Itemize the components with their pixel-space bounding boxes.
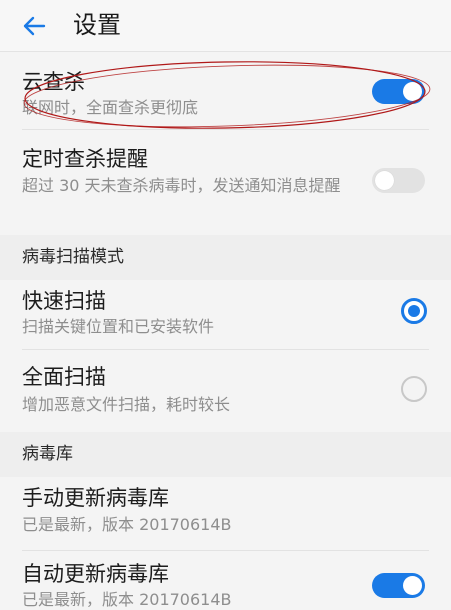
cloud-scan-subtitle: 联网时，全面查杀更彻底 <box>22 98 199 117</box>
toggle-knob <box>403 576 422 595</box>
quick-scan-row[interactable]: 快速扫描 扫描关键位置和已安装软件 <box>0 280 451 350</box>
full-scan-title: 全面扫描 <box>22 365 106 389</box>
scheduled-scan-reminder-toggle[interactable] <box>372 168 425 193</box>
scheduled-scan-reminder-subtitle: 超过 30 天未查杀病毒时，发送通知消息提醒 <box>22 176 341 195</box>
toggle-knob <box>375 171 394 190</box>
toggle-knob <box>403 82 422 101</box>
full-scan-subtitle: 增加恶意文件扫描，耗时较长 <box>22 395 231 414</box>
scan-mode-section-header: 病毒扫描模式 <box>0 235 451 280</box>
manual-update-row[interactable]: 手动更新病毒库 已是最新，版本 20170614B <box>0 477 451 551</box>
cloud-scan-title: 云查杀 <box>22 70 85 94</box>
full-scan-radio[interactable] <box>401 376 427 402</box>
full-scan-row[interactable]: 全面扫描 增加恶意文件扫描，耗时较长 <box>0 350 451 430</box>
scan-mode-section-label: 病毒扫描模式 <box>22 247 124 267</box>
quick-scan-radio[interactable] <box>401 298 427 324</box>
auto-update-row[interactable]: 自动更新病毒库 已是最新，版本 20170614B <box>0 551 451 610</box>
scheduled-scan-reminder-title: 定时查杀提醒 <box>22 147 148 171</box>
manual-update-title: 手动更新病毒库 <box>22 486 169 510</box>
back-arrow-icon <box>23 16 46 36</box>
quick-scan-title: 快速扫描 <box>22 289 106 313</box>
auto-update-title: 自动更新病毒库 <box>22 562 169 586</box>
virus-db-section-label: 病毒库 <box>22 444 73 464</box>
manual-update-subtitle: 已是最新，版本 20170614B <box>22 515 232 534</box>
auto-update-subtitle: 已是最新，版本 20170614B <box>22 590 232 609</box>
auto-update-toggle[interactable] <box>372 573 425 598</box>
back-button[interactable] <box>14 8 54 44</box>
cloud-scan-row[interactable]: 云查杀 联网时，全面查杀更彻底 <box>0 52 451 130</box>
app-header: 设置 <box>0 0 451 52</box>
cloud-scan-toggle[interactable] <box>372 79 425 104</box>
scheduled-scan-reminder-row[interactable]: 定时查杀提醒 超过 30 天未查杀病毒时，发送通知消息提醒 <box>0 130 451 231</box>
page-title: 设置 <box>73 11 121 39</box>
settings-screen: 设置 云查杀 联网时，全面查杀更彻底 定时查杀提醒 超过 30 天未查杀病毒时，… <box>0 0 451 610</box>
quick-scan-subtitle: 扫描关键位置和已安装软件 <box>22 317 215 336</box>
virus-db-section-header: 病毒库 <box>0 432 451 477</box>
